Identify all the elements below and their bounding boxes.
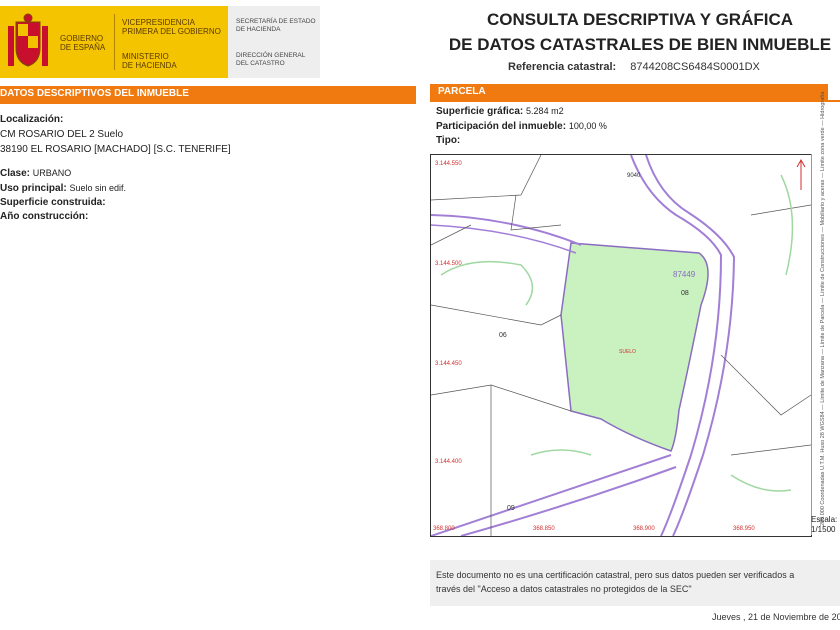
uso-value: Suelo sin edif. bbox=[69, 183, 127, 193]
direccion-label: DIRECCIÓN GENERAL DEL CATASTRO bbox=[236, 52, 306, 67]
x-label-0: 368.800 bbox=[433, 526, 455, 532]
coat-of-arms-icon bbox=[8, 13, 48, 67]
localizacion-line2: 38190 EL ROSARIO [MACHADO] [S.C. TENERIF… bbox=[0, 144, 231, 155]
y-label-0: 3.144.550 bbox=[435, 161, 462, 167]
parcel-id-9040: 9040 bbox=[627, 173, 641, 179]
tipo-label: Tipo: bbox=[436, 135, 461, 146]
secretaria-label: SECRETARÍA DE ESTADO DE HACIENDA bbox=[236, 18, 316, 33]
parcel-id-main: 87449 bbox=[673, 270, 696, 279]
ref-label: Referencia catastral: bbox=[508, 61, 617, 73]
x-label-1: 368.850 bbox=[533, 526, 555, 532]
map-svg: 3.144.550 3.144.500 3.144.450 3.144.400 … bbox=[431, 155, 811, 536]
clase-label: Clase: bbox=[0, 168, 31, 179]
ref-value: 8744208CS6484S0001DX bbox=[630, 61, 760, 73]
cadastral-map[interactable]: 3.144.550 3.144.500 3.144.450 3.144.400 … bbox=[430, 154, 812, 537]
section-header-parcela: PARCELA bbox=[430, 84, 828, 100]
localizacion-label: Localización: bbox=[0, 114, 64, 125]
verification-notice: Este documento no es una certificación c… bbox=[430, 560, 840, 606]
document-date: Jueves , 21 de Noviembre de 20 bbox=[712, 612, 840, 622]
parcel-id-08: 08 bbox=[681, 290, 689, 297]
scale-label: Escala: bbox=[811, 515, 838, 524]
scale-box: Escala: 1/1500 bbox=[811, 515, 837, 535]
gobierno-label: GOBIERNO DE ESPAÑA bbox=[60, 34, 106, 52]
uso-label: Uso principal: bbox=[0, 183, 67, 194]
parcel-id-06: 06 bbox=[499, 332, 507, 339]
localizacion-line1: CM ROSARIO DEL 2 Suelo bbox=[0, 129, 124, 140]
y-label-2: 3.144.450 bbox=[435, 361, 462, 367]
superficie-label: Superficie construida: bbox=[0, 197, 106, 208]
scale-value: 1/1500 bbox=[811, 525, 836, 534]
vicepresidencia-label: VICEPRESIDENCIA PRIMERA DEL GOBIERNO bbox=[122, 18, 221, 36]
x-label-3: 368.950 bbox=[733, 526, 755, 532]
page-title-line1: CONSULTA DESCRIPTIVA Y GRÁFICA bbox=[486, 10, 794, 29]
ministerio-label: MINISTERIO DE HACIENDA bbox=[122, 52, 177, 70]
notice-line1: Este documento no es una certificación c… bbox=[436, 570, 795, 580]
page-title-line2: DE DATOS CATASTRALES DE BIEN INMUEBLE bbox=[448, 35, 832, 54]
legend-text: 200.000 Coordenadas U.T.M. Huso 28 WGS84… bbox=[820, 91, 826, 526]
sup-value: 5.284 m2 bbox=[526, 106, 564, 116]
x-label-2: 368.900 bbox=[633, 526, 655, 532]
north-arrow-icon bbox=[796, 158, 806, 190]
clase-value: URBANO bbox=[32, 168, 72, 178]
notice-line2: través del "Acceso a datos catastrales n… bbox=[436, 584, 692, 594]
participacion-value: 100,00 % bbox=[568, 121, 607, 131]
participacion-label: Participación del inmueble: bbox=[436, 121, 567, 132]
y-label-1: 3.144.500 bbox=[435, 261, 462, 267]
parcel-suelo-label: SUELO bbox=[619, 349, 636, 355]
section-header-datos: DATOS DESCRIPTIVOS DEL INMUEBLE bbox=[0, 86, 416, 102]
referencia-catastral: Referencia catastral: 8744208CS6484S0001D… bbox=[508, 61, 760, 73]
anio-label: Año construcción: bbox=[0, 211, 89, 222]
parcel-id-09: 09 bbox=[507, 505, 515, 512]
sup-label: Superficie gráfica: bbox=[436, 106, 524, 117]
government-logo-block: GOBIERNO DE ESPAÑA VICEPRESIDENCIA PRIME… bbox=[0, 6, 320, 78]
map-legend: 200.000 Coordenadas U.T.M. Huso 28 WGS84… bbox=[811, 91, 840, 535]
y-label-3: 3.144.400 bbox=[435, 459, 462, 465]
